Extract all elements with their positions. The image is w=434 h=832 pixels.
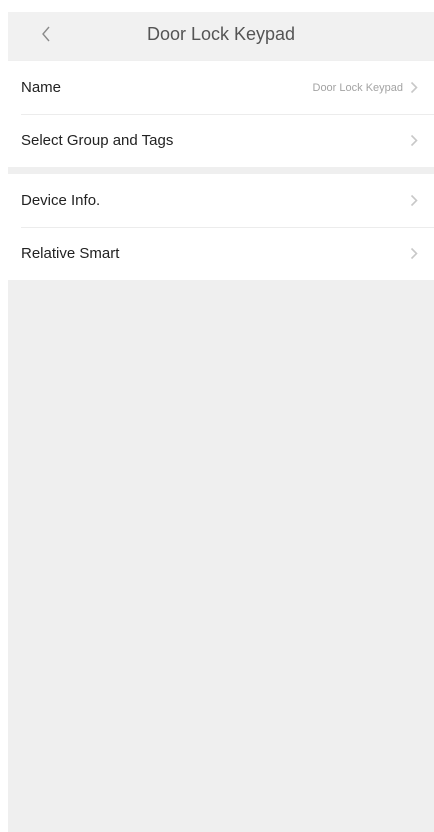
page-title: Door Lock Keypad	[146, 24, 296, 44]
name-value: Door Lock Keypad	[312, 81, 404, 94]
back-button[interactable]	[30, 20, 62, 52]
chevron-right-icon	[407, 247, 421, 261]
relative-smart-label: Relative Smart	[21, 245, 120, 262]
chevron-left-icon	[40, 25, 52, 48]
device-info-label: Device Info.	[21, 192, 101, 209]
relative-smart-row[interactable]: Relative Smart	[8, 227, 434, 280]
group-tags-label: Select Group and Tags	[21, 132, 174, 149]
name-row[interactable]: Name Door Lock Keypad	[8, 61, 434, 114]
chevron-right-icon	[407, 81, 421, 95]
chevron-right-icon	[407, 194, 421, 208]
name-label: Name	[21, 79, 62, 96]
chevron-right-icon	[407, 134, 421, 148]
settings-group-info: Device Info. Relative Smart	[8, 174, 434, 280]
settings-group-general: Name Door Lock Keypad Select Group and T…	[8, 61, 434, 167]
device-info-row[interactable]: Device Info.	[8, 174, 434, 227]
header-bar: Door Lock Keypad	[8, 12, 434, 60]
group-tags-row[interactable]: Select Group and Tags	[8, 114, 434, 167]
device-settings-screen: Door Lock Keypad Name Door Lock Keypad S…	[8, 12, 434, 832]
